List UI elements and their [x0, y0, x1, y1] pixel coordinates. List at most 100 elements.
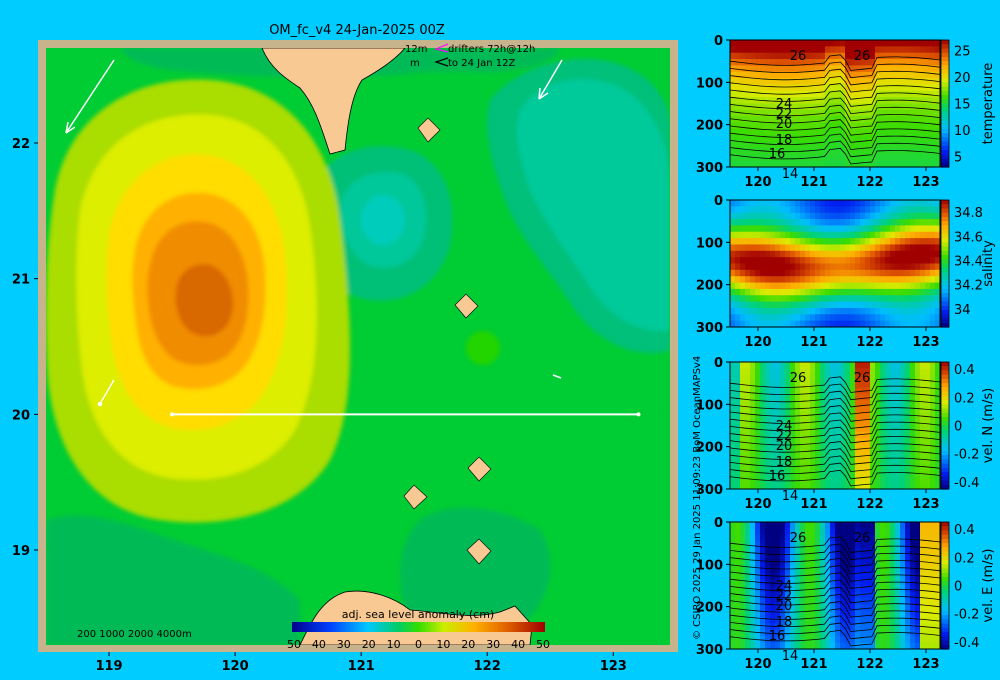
vel-n-cell — [920, 368, 926, 376]
salinity-cell — [740, 282, 746, 290]
temperature-contour-label: 16 — [769, 147, 786, 162]
salinity-cell — [765, 282, 771, 290]
vel-n-colorbar-step — [941, 387, 949, 393]
salinity-cell — [845, 320, 851, 328]
vel-e-cell — [820, 642, 826, 650]
salinity-cell — [825, 231, 831, 239]
temperature-colorbar-step — [941, 65, 949, 71]
temperature-cell — [770, 135, 776, 143]
vel-n-cell — [740, 368, 746, 376]
vel-n-cell — [765, 425, 771, 433]
vel-n-cell — [860, 469, 866, 477]
temperature-cell — [895, 52, 901, 60]
temperature-cell — [800, 40, 806, 47]
temperature-cell — [915, 103, 921, 111]
vel-n-cell — [900, 393, 906, 401]
vel-n-colorbar: 0.40.20-0.2-0.4 — [940, 361, 979, 491]
salinity-cell — [855, 295, 861, 303]
vel-n-cell — [905, 362, 911, 369]
vel-n-cell — [830, 425, 836, 433]
temperature-cell — [895, 147, 901, 155]
vel-e-cell — [765, 572, 771, 580]
salinity-cell — [800, 269, 806, 277]
vel-n-cell — [750, 381, 756, 388]
drifter-legend-line1: 12m — [405, 44, 427, 55]
map-panel: 12m m drifters 72h@12h to 24 Jan 12Z 200… — [12, 40, 678, 674]
salinity-cell — [870, 314, 876, 322]
vel-n-cell — [745, 457, 751, 465]
vel-n-cell — [805, 431, 811, 439]
vel-e-cell — [830, 579, 836, 586]
temperature-cell — [865, 78, 871, 85]
salinity-cell — [880, 314, 886, 322]
salinity-cell — [760, 288, 766, 296]
vel-e-cell — [860, 585, 866, 593]
salinity-cell — [790, 282, 796, 290]
temperature-cell — [895, 40, 901, 47]
vel-n-cell — [885, 368, 891, 376]
salinity-cell — [800, 276, 806, 284]
salinity-cell — [890, 314, 896, 322]
temperature-cell — [810, 90, 816, 98]
vel-n-cell — [740, 406, 746, 414]
vel-n-cell — [770, 444, 776, 452]
vel-n-cell — [835, 393, 841, 401]
temperature-cell — [775, 46, 781, 54]
temperature-cell — [910, 109, 916, 117]
salinity-colorbar-step — [941, 310, 949, 315]
vel-e-y-tick-label: 300 — [696, 643, 723, 658]
temperature-cell — [865, 109, 871, 117]
temperature-cell — [855, 160, 861, 168]
vel-n-cell — [770, 387, 776, 395]
salinity-cell — [860, 257, 866, 264]
vel-n-cell — [910, 393, 916, 401]
vel-n-cell — [905, 393, 911, 401]
temperature-cell — [735, 40, 741, 47]
temperature-cell — [805, 109, 811, 117]
salinity-cell — [820, 257, 826, 264]
salinity-cell — [770, 282, 776, 290]
salinity-cell — [915, 257, 921, 264]
map-y-tick-label: 22 — [12, 137, 30, 152]
vel-n-cell — [840, 476, 846, 484]
vel-n-cell — [745, 419, 751, 426]
salinity-cell — [865, 276, 871, 284]
temperature-cell — [850, 103, 856, 111]
salinity-cell — [895, 250, 901, 258]
salinity-cell — [810, 288, 816, 296]
salinity-cell — [740, 257, 746, 264]
vel-n-cell — [785, 387, 791, 395]
salinity-cell — [775, 307, 781, 315]
salinity-cell — [815, 244, 821, 252]
salinity-cell — [870, 320, 876, 328]
salinity-cell — [815, 288, 821, 296]
vel-n-cell — [775, 368, 781, 376]
salinity-cell — [875, 288, 881, 296]
vel-e-cell — [850, 579, 856, 586]
salinity-cell — [855, 250, 861, 258]
vel-e-cell — [910, 522, 916, 529]
vel-n-cell — [880, 469, 886, 477]
vel-e-cell — [830, 642, 836, 650]
vel-e-cell — [740, 617, 746, 625]
temperature-cell — [750, 46, 756, 54]
vel-e-colorbar-step — [941, 551, 949, 557]
vel-e-cell — [930, 610, 936, 618]
vel-e-cell — [860, 522, 866, 529]
vel-n-cell — [825, 368, 831, 376]
salinity-cell — [910, 225, 916, 233]
vel-n-cell — [925, 400, 931, 407]
vel-n-cell — [775, 374, 781, 382]
vel-n-cell — [830, 457, 836, 465]
vel-n-cell — [840, 425, 846, 433]
salinity-cell — [755, 301, 761, 309]
salinity-cell — [805, 238, 811, 245]
salinity-cell — [780, 295, 786, 303]
temperature-cell — [925, 97, 931, 104]
map-x-tick-label: 120 — [222, 659, 249, 674]
salinity-cell — [750, 257, 756, 264]
temperature-cell — [845, 46, 851, 54]
temperature-cell — [875, 154, 881, 162]
temperature-cell — [925, 46, 931, 54]
salinity-cell — [855, 288, 861, 296]
